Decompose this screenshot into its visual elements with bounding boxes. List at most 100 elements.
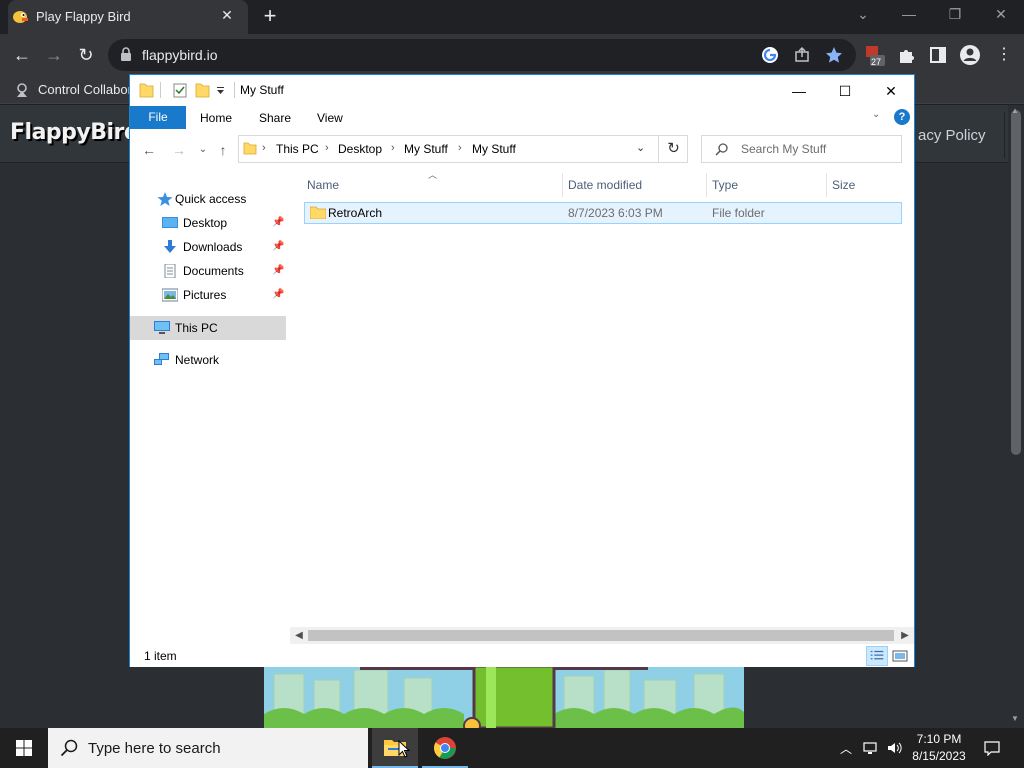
refresh-icon[interactable]: ↻ [658,135,688,163]
breadcrumb-my-stuff[interactable]: My Stuff [404,142,448,156]
address-folder-icon [243,142,257,155]
search-icon [715,143,728,156]
nav-item-documents[interactable]: Documents 📌 [130,260,286,282]
column-header-date-modified[interactable]: Date modified [568,178,642,192]
browser-minimize-button[interactable]: — [897,6,921,26]
extensions-puzzle-icon[interactable] [895,44,917,66]
share-icon[interactable] [791,44,813,66]
extension-badge-count: 27 [871,57,882,67]
scroll-up-arrow-icon[interactable]: ▲ [1011,106,1019,115]
scroll-right-arrow-icon[interactable]: ▶ [898,627,912,644]
game-canvas[interactable] [264,666,744,728]
scroll-down-arrow-icon[interactable]: ▼ [1011,714,1019,723]
ribbon-tab-share[interactable]: Share [259,111,291,125]
search-placeholder[interactable]: Search My Stuff [741,142,826,156]
windows-start-icon[interactable] [0,728,48,768]
document-icon [164,264,176,278]
ribbon-expand-chevron-icon[interactable]: ⌄ [872,109,880,120]
nav-item-desktop[interactable]: Desktop 📌 [130,212,286,234]
pin-icon: 📌 [272,265,285,276]
forward-arrow-icon[interactable]: → [44,44,64,66]
explorer-back-icon[interactable]: ← [140,141,158,159]
tab-title: Play Flappy Bird [36,9,131,24]
column-divider[interactable] [706,173,707,197]
browser-close-button[interactable]: ✕ [989,6,1013,26]
quick-access-toolbar[interactable] [138,81,238,99]
nav-item-pictures[interactable]: Pictures 📌 [130,284,286,306]
file-date-modified: 8/7/2023 6:03 PM [568,206,663,220]
horizontal-scrollbar-thumb[interactable] [308,630,894,641]
show-hidden-icons-chevron-icon[interactable]: ︿ [838,740,854,756]
status-bar [130,645,914,667]
back-arrow-icon[interactable]: ← [12,44,32,66]
breadcrumb-separator-icon[interactable]: › [325,142,329,154]
explorer-minimize-button[interactable]: — [776,79,822,103]
breadcrumb-this-pc[interactable]: This PC [276,142,319,156]
tab-close-icon[interactable]: ✕ [218,7,236,25]
explorer-forward-icon[interactable]: → [170,141,188,159]
nav-label-this-pc: This PC [175,321,218,335]
lock-icon[interactable] [120,46,132,62]
breadcrumb-my-stuff-current[interactable]: My Stuff [472,142,516,156]
new-tab-button[interactable]: + [260,5,280,27]
bookmark-control-collabora[interactable]: Control Collabora [38,82,139,97]
bookmark-favicon-icon [17,83,27,97]
up-one-level-icon[interactable]: ↑ [214,141,232,159]
bookmark-star-icon[interactable] [823,44,845,66]
ribbon-tab-view[interactable]: View [317,111,343,125]
column-divider[interactable] [562,173,563,197]
chrome-logo-icon [434,737,456,759]
clock-date[interactable]: 8/15/2023 [900,749,978,763]
flappy-bird-favicon-icon [13,11,28,23]
ribbon-tab-home[interactable]: Home [200,111,232,125]
reload-icon[interactable]: ↻ [76,44,96,66]
folder-icon [310,206,326,219]
scroll-left-arrow-icon[interactable]: ◀ [292,627,306,644]
breadcrumb-separator-icon[interactable]: › [391,142,395,154]
clock-time[interactable]: 7:10 PM [900,732,978,746]
nav-item-this-pc[interactable]: This PC [130,317,286,339]
privacy-policy-link[interactable]: acy Policy [918,127,986,144]
breadcrumb-separator-icon[interactable]: › [262,142,266,154]
column-header-type[interactable]: Type [712,178,738,192]
nav-label-documents: Documents [183,264,244,278]
breadcrumb-separator-icon[interactable]: › [458,142,462,154]
browser-restore-button[interactable]: ❐ [943,6,967,26]
nav-item-downloads[interactable]: Downloads 📌 [130,236,286,258]
taskbar-chrome[interactable] [422,728,468,768]
large-icons-view-icon[interactable] [892,648,908,664]
computer-icon [154,321,170,334]
explorer-window-title: My Stuff [240,83,284,97]
recent-locations-chevron-icon[interactable]: ⌄ [194,141,212,159]
google-lens-icon[interactable] [759,44,781,66]
network-tray-icon[interactable] [862,740,878,756]
side-panel-icon[interactable] [927,44,949,66]
page-scrollbar-thumb[interactable] [1011,110,1021,455]
column-header-size[interactable]: Size [832,178,855,192]
address-dropdown-chevron-icon[interactable]: ⌄ [636,141,645,154]
explorer-maximize-button[interactable]: ☐ [822,79,868,103]
column-divider[interactable] [826,173,827,197]
tab-search-chevron-icon[interactable]: ⌄ [851,6,875,26]
column-header-name[interactable]: Name [307,178,339,192]
details-view-icon[interactable] [866,646,888,666]
ribbon-tabs [130,105,914,129]
notifications-icon[interactable] [984,740,1000,756]
omnibox[interactable] [108,39,856,71]
nav-divider [1004,112,1005,158]
taskbar-file-explorer[interactable] [372,728,418,768]
profile-avatar-icon[interactable] [959,44,981,66]
ribbon-tab-file[interactable]: File [130,106,186,129]
flappybird-logo[interactable]: FlappyBird [10,120,140,145]
file-explorer-window[interactable]: My Stuff — ☐ ✕ File Home Share View ⌄ ? … [129,74,915,667]
explorer-close-button[interactable]: ✕ [868,79,914,103]
taskbar-search-placeholder[interactable]: Type here to search [88,740,221,757]
breadcrumb-desktop[interactable]: Desktop [338,142,382,156]
chrome-menu-icon[interactable]: ⋮ [996,44,1012,64]
nav-label-network: Network [175,353,220,367]
help-icon[interactable]: ? [894,109,910,125]
nav-item-network[interactable]: Network [130,349,286,371]
file-type: File folder [712,206,765,220]
nav-item-quick-access[interactable]: Quick access [130,188,286,210]
url-text[interactable]: flappybird.io [142,47,218,63]
